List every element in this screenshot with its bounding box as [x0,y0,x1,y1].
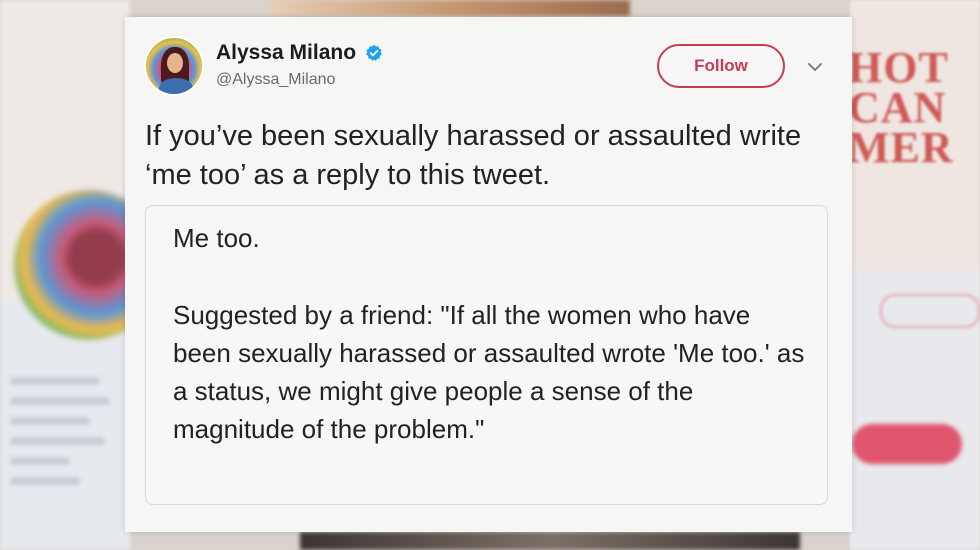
follow-button[interactable]: Follow [657,44,785,88]
blurred-signup-button [852,424,962,464]
blurred-follow-button [880,294,980,328]
tweet-text: If you’ve been sexually harassed or assa… [145,120,802,191]
author-handle[interactable]: @Alyssa_Milano [216,71,335,89]
quoted-content: Me too. Suggested by a friend: "If all t… [145,205,828,505]
avatar-face [167,53,183,73]
chevron-down-icon[interactable] [805,57,825,77]
blurred-headline: HOT CAN MER [848,43,954,172]
blurred-bottom-image [300,532,800,550]
blurred-top-image [270,0,630,16]
blurred-bio-lines [10,365,120,497]
quote-body: Suggested by a friend: "If all the women… [173,300,805,444]
quote-first-line: Me too. [173,223,260,253]
avatar[interactable] [144,36,204,96]
tweet-card: Alyssa Milano @Alyssa_Milano Follow If y… [125,17,852,532]
author-name[interactable]: Alyssa Milano [216,41,356,65]
verified-badge-icon [366,44,382,61]
avatar-body [159,78,193,94]
